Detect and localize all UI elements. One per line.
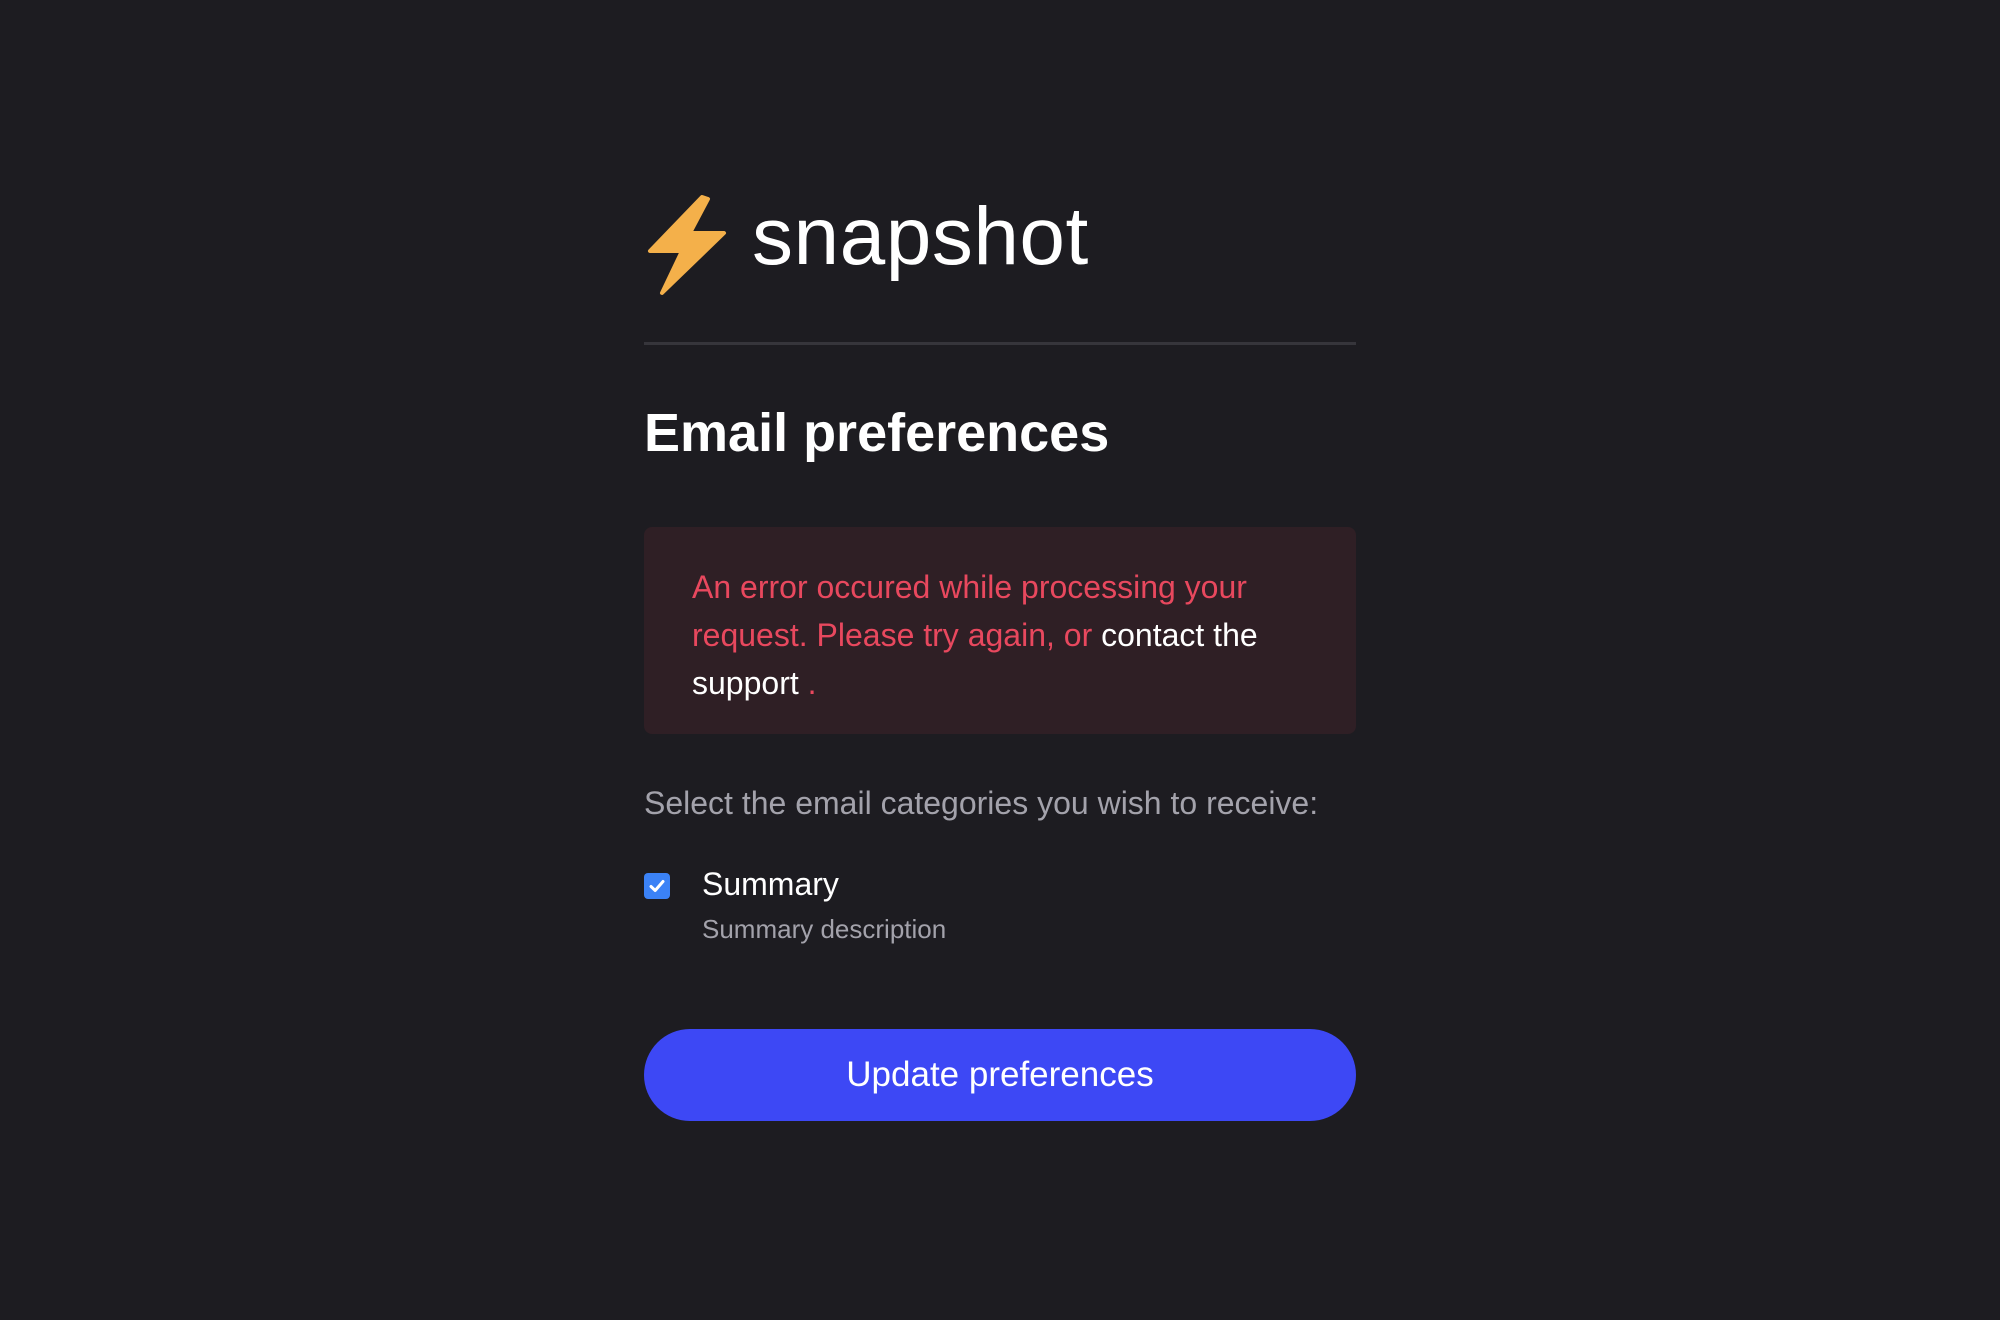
summary-checkbox[interactable] [644, 873, 670, 899]
brand-name: snapshot [752, 191, 1089, 282]
lightning-bolt-icon [648, 195, 726, 295]
error-alert: An error occured while processing your r… [644, 527, 1356, 734]
summary-label[interactable]: Summary [702, 866, 839, 903]
summary-description: Summary description [702, 914, 947, 944]
page-title: Email preferences [644, 403, 1110, 463]
preferences-instructions: Select the email categories you wish to … [644, 785, 1319, 821]
error-message-end: . [798, 665, 817, 701]
header-divider [644, 342, 1356, 345]
update-preferences-button[interactable]: Update preferences [644, 1029, 1356, 1121]
checkmark-icon [649, 880, 665, 892]
brand-logo: snapshot [644, 190, 1089, 300]
